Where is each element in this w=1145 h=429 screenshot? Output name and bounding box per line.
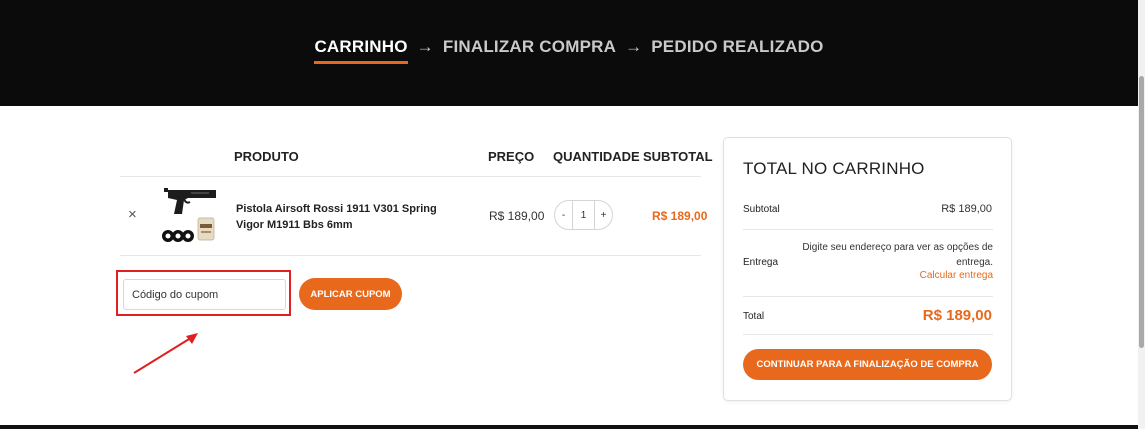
totals-divider (743, 296, 993, 297)
subtotal-value: R$ 189,00 (941, 203, 992, 215)
footer-edge (0, 425, 1138, 429)
quantity-decrease-button[interactable]: - (555, 201, 572, 229)
proceed-to-checkout-button[interactable]: CONTINUAR PARA A FINALIZAÇÃO DE COMPRA (743, 349, 992, 380)
page-scrollbar[interactable] (1138, 0, 1145, 429)
checkout-steps: CARRINHO → FINALIZAR COMPRA → PEDIDO REALIZA… (0, 37, 1138, 64)
totals-divider (743, 229, 993, 230)
cart-totals-title: TOTAL NO CARRINHO (743, 159, 925, 178)
coupon-code-input[interactable] (123, 279, 286, 310)
remove-item-button[interactable]: × (128, 206, 137, 223)
column-header-price: PREÇO (488, 149, 535, 164)
table-header-divider (120, 176, 701, 177)
product-price: R$ 189,00 (489, 209, 545, 223)
product-name-link[interactable]: Pistola Airsoft Rossi 1911 V301 Spring V… (236, 201, 466, 233)
checkout-steps-header: CARRINHO → FINALIZAR COMPRA → PEDIDO REALIZA… (0, 0, 1138, 106)
column-header-product: PRODUTO (234, 149, 299, 164)
subtotal-label: Subtotal (743, 204, 780, 215)
product-subtotal: R$ 189,00 (652, 209, 708, 223)
shipping-description: Digite seu endereço para ver as opções d… (802, 242, 993, 268)
step-checkout[interactable]: FINALIZAR COMPRA (443, 37, 616, 57)
quantity-increase-button[interactable]: + (595, 201, 612, 229)
calculate-shipping-link[interactable]: Calcular entrega (920, 270, 993, 281)
column-header-subtotal: SUBTOTAL (643, 149, 713, 164)
quantity-stepper: - 1 + (554, 200, 613, 230)
table-row-divider (120, 255, 701, 256)
quantity-input[interactable]: 1 (572, 201, 595, 229)
apply-coupon-button[interactable]: APLICAR CUPOM (299, 278, 402, 310)
total-value: R$ 189,00 (922, 307, 992, 324)
total-label: Total (743, 311, 765, 322)
totals-divider (743, 334, 993, 335)
column-header-quantity: QUANTIDADE (553, 149, 640, 164)
step-arrow-icon: → (416, 37, 434, 56)
annotation-arrow-icon (133, 333, 198, 374)
product-thumbnail[interactable] (158, 184, 218, 246)
step-arrow-icon: → (625, 37, 643, 56)
step-order-placed: PEDIDO REALIZADO (651, 37, 824, 56)
step-cart[interactable]: CARRINHO (314, 37, 408, 64)
scrollbar-thumb[interactable] (1139, 76, 1144, 348)
shipping-label: Entrega (743, 257, 779, 268)
